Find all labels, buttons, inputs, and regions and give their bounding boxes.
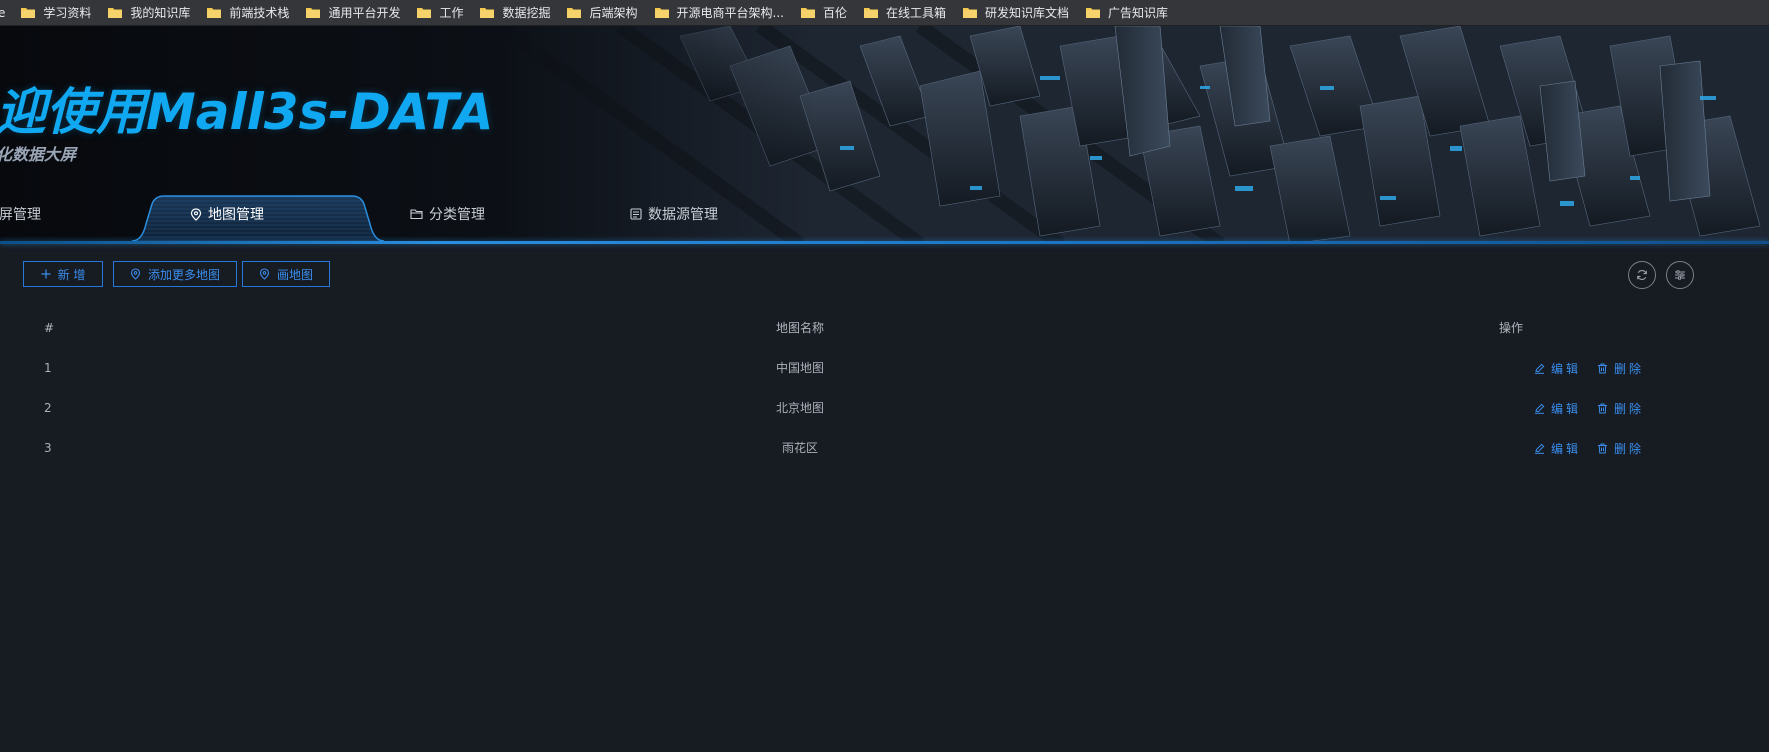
- delete-button[interactable]: 删除: [1597, 428, 1644, 468]
- bookmark-label: 学习资料: [43, 6, 92, 20]
- map-table: # 地图名称 操作 1 中国地图 编辑 删除 2 北京地图 编辑 删除 3 雨花…: [22, 308, 1732, 468]
- row-map-name: 雨花区: [781, 441, 818, 455]
- folder-icon: [863, 7, 878, 18]
- tab-category-management[interactable]: 分类管理: [410, 194, 485, 234]
- row-index: 3: [44, 441, 52, 455]
- delete-label: 删除: [1614, 401, 1645, 416]
- edit-icon: [1534, 403, 1545, 414]
- refresh-button[interactable]: [1628, 261, 1656, 289]
- add-button-label: 新 增: [57, 267, 86, 282]
- edit-label: 编辑: [1551, 361, 1582, 376]
- bookmark-folder-6[interactable]: 数据挖掘: [480, 4, 550, 21]
- draw-map-label: 画地图: [276, 267, 313, 282]
- edit-button[interactable]: 编辑: [1534, 348, 1581, 388]
- edit-button[interactable]: 编辑: [1534, 428, 1581, 468]
- folder-icon: [207, 7, 222, 18]
- tab-map-management[interactable]: 地图管理: [190, 194, 264, 234]
- tab-label: 数据源管理: [648, 207, 718, 223]
- bookmark-folder-10[interactable]: 在线工具箱: [863, 4, 946, 21]
- bookmark-folder-2[interactable]: 我的知识库: [108, 4, 190, 21]
- bookmarks-bar: e 学习资料 我的知识库 前端技术栈 通用平台开发 工作 数据挖掘 后端架构 开…: [0, 0, 1769, 26]
- folder-icon: [654, 7, 669, 18]
- bookmark-label: 在线工具箱: [885, 6, 946, 20]
- database-icon: [630, 208, 642, 220]
- map-pin-icon: [259, 268, 270, 280]
- tab-label: 屏管理: [0, 207, 41, 223]
- bookmark-label: 工作: [439, 6, 464, 20]
- tab-bar: 屏管理 地图管理 分类管理 数据源管理: [0, 194, 1769, 244]
- row-index: 1: [44, 361, 52, 375]
- bookmark-folder-1[interactable]: 学习资料: [21, 4, 91, 21]
- bookmark-folder-7[interactable]: 后端架构: [567, 4, 638, 21]
- tab-underline: [0, 241, 1769, 244]
- trash-icon: [1597, 403, 1608, 414]
- folder-icon: [1086, 7, 1100, 18]
- folder-icon: [480, 7, 495, 18]
- bookmark-folder-9[interactable]: 百伦: [800, 4, 847, 21]
- bookmark-label: 研发知识库文档: [984, 6, 1069, 20]
- row-map-name: 中国地图: [775, 361, 824, 375]
- folder-icon: [410, 208, 423, 220]
- sliders-icon: [1674, 266, 1686, 285]
- edit-label: 编辑: [1551, 441, 1582, 456]
- tab-datasource-management[interactable]: 数据源管理: [630, 194, 718, 234]
- bookmark-label: 通用平台开发: [328, 6, 401, 20]
- row-index: 2: [44, 401, 52, 415]
- tab-label: 地图管理: [208, 207, 264, 223]
- plus-icon: [41, 269, 51, 279]
- trash-icon: [1597, 363, 1608, 374]
- folder-icon: [108, 7, 123, 18]
- delete-label: 删除: [1614, 361, 1645, 376]
- column-settings-button[interactable]: [1666, 261, 1694, 289]
- delete-button[interactable]: 删除: [1597, 348, 1644, 388]
- bookmark-label: 百伦: [822, 6, 847, 20]
- add-more-maps-button[interactable]: 添加更多地图: [113, 261, 237, 287]
- table-row: 1 中国地图 编辑 删除: [22, 348, 1732, 388]
- header-operations: 操作: [1499, 321, 1524, 335]
- map-pin-icon: [190, 207, 202, 221]
- bookmark-truncated-text[interactable]: e: [0, 6, 5, 20]
- delete-button[interactable]: 删除: [1597, 388, 1644, 428]
- draw-map-button[interactable]: 画地图: [242, 261, 330, 287]
- bookmark-label: 数据挖掘: [502, 6, 551, 20]
- tab-screen-management[interactable]: 屏管理: [0, 194, 41, 234]
- edit-icon: [1534, 443, 1545, 454]
- folder-icon: [567, 7, 582, 18]
- add-button[interactable]: 新 增: [23, 261, 103, 287]
- header-map-name: 地图名称: [775, 321, 824, 335]
- bookmark-label: 我的知识库: [130, 6, 191, 20]
- bookmark-folder-5[interactable]: 工作: [417, 4, 463, 21]
- bookmark-label: 前端技术栈: [229, 6, 290, 20]
- trash-icon: [1597, 443, 1608, 454]
- bookmark-label: 广告知识库: [1108, 6, 1169, 20]
- table-header-row: # 地图名称 操作: [22, 308, 1732, 348]
- add-more-maps-label: 添加更多地图: [147, 267, 220, 282]
- map-pin-icon: [130, 268, 141, 280]
- page-subtitle: 化数据大屏: [0, 145, 77, 164]
- folder-icon: [962, 7, 977, 18]
- row-map-name: 北京地图: [775, 401, 824, 415]
- refresh-icon: [1636, 266, 1648, 285]
- bookmark-label: 后端架构: [589, 6, 638, 20]
- delete-label: 删除: [1614, 441, 1645, 456]
- bookmark-folder-12[interactable]: 广告知识库: [1086, 4, 1168, 21]
- edit-icon: [1534, 363, 1545, 374]
- edit-button[interactable]: 编辑: [1534, 388, 1581, 428]
- table-row: 3 雨花区 编辑 删除: [22, 428, 1732, 468]
- bookmark-folder-3[interactable]: 前端技术栈: [207, 4, 289, 21]
- bookmark-folder-4[interactable]: 通用平台开发: [306, 4, 400, 21]
- header-index: #: [44, 321, 55, 335]
- edit-label: 编辑: [1551, 401, 1582, 416]
- bookmark-label: 开源电商平台架构...: [676, 6, 784, 20]
- folder-icon: [800, 7, 815, 18]
- folder-icon: [21, 7, 36, 18]
- folder-icon: [306, 7, 321, 18]
- table-row: 2 北京地图 编辑 删除: [22, 388, 1732, 428]
- bookmark-folder-11[interactable]: 研发知识库文档: [962, 4, 1069, 21]
- folder-icon: [417, 7, 432, 18]
- bookmark-folder-8[interactable]: 开源电商平台架构...: [654, 4, 784, 21]
- tab-label: 分类管理: [429, 207, 485, 223]
- page-title: 迎使用Mall3s-DATA: [0, 83, 494, 141]
